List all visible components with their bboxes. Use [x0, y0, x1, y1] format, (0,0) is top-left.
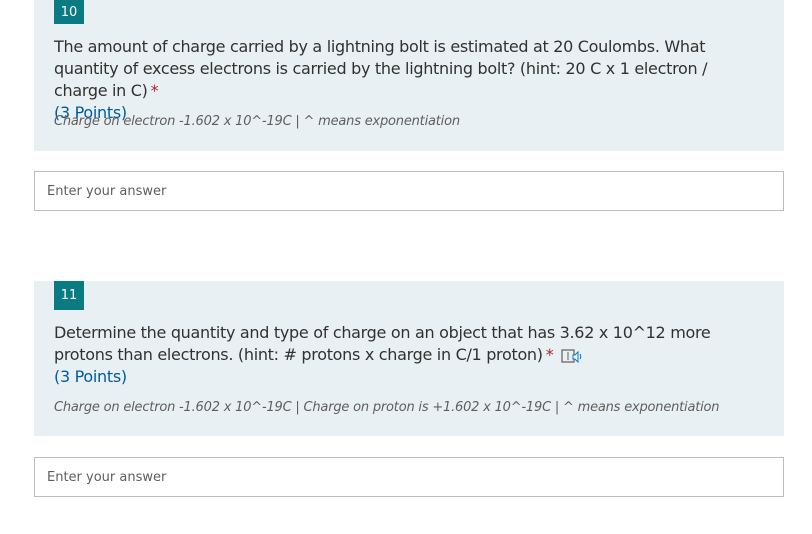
question-number-badge: 10 — [54, 0, 84, 24]
required-asterisk: * — [545, 345, 554, 364]
required-asterisk: * — [150, 81, 159, 100]
question-title: Determine the quantity and type of charg… — [54, 322, 759, 388]
question-11-card: 11 Determine the quantity and type of ch… — [34, 281, 784, 436]
question-10-card: 10 The amount of charge carried by a lig… — [34, 0, 784, 151]
immersive-reader-icon[interactable] — [561, 347, 583, 365]
question-subtitle: Charge on electron -1.602 x 10^-19C | Ch… — [54, 400, 720, 415]
question-title: The amount of charge carried by a lightn… — [54, 36, 759, 124]
answer-input-question-11[interactable] — [34, 457, 784, 497]
answer-input-question-10[interactable] — [34, 171, 784, 211]
question-subtitle: Charge on electron -1.602 x 10^-19C | ^ … — [54, 114, 460, 129]
question-points: (3 Points) — [54, 367, 127, 386]
question-number-badge: 11 — [54, 281, 84, 310]
question-text: Determine the quantity and type of charg… — [54, 323, 711, 364]
